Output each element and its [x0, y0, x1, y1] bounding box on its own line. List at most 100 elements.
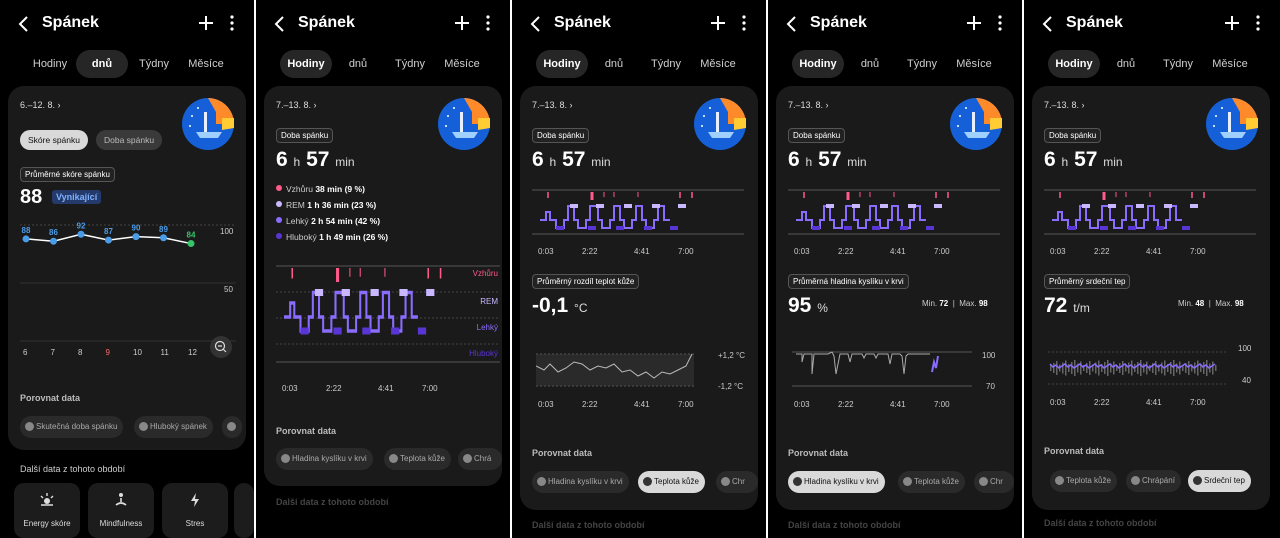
legend-value: 2 h 54 min (42 %) — [311, 216, 381, 226]
plus-icon[interactable] — [708, 13, 728, 33]
chip-deep-sleep[interactable]: Hluboký spánek — [134, 416, 213, 438]
date-range[interactable]: 7.–13. 8. › — [788, 100, 829, 110]
score-point[interactable] — [160, 234, 167, 242]
chip-heart-rate[interactable]: Srdeční tep — [1188, 470, 1251, 492]
date-range[interactable]: 7.–13. 8. › — [532, 100, 573, 110]
metric-label: Průměrný rozdíl teplot kůže — [532, 274, 640, 289]
tab-weeks[interactable]: Týdny — [896, 50, 948, 78]
tab-weeks[interactable]: Týdny — [1152, 50, 1204, 78]
back-arrow-icon[interactable] — [270, 14, 290, 34]
hypnogram — [284, 268, 441, 335]
tab-hours[interactable]: Hodiny — [24, 50, 76, 78]
tab-hours[interactable]: Hodiny — [1048, 50, 1100, 78]
tab-months[interactable]: Měsíce — [1204, 50, 1256, 78]
chip-snoring[interactable]: Chrá — [458, 448, 502, 470]
plus-icon[interactable] — [196, 13, 216, 33]
tile-energy-score[interactable]: Energy skóre — [14, 483, 80, 538]
chip-snoring[interactable]: Chr — [716, 471, 758, 493]
chip-skin-temperature[interactable]: Teplota kůže — [638, 471, 705, 493]
plus-icon[interactable] — [452, 13, 472, 33]
back-arrow-icon[interactable] — [526, 14, 546, 34]
tab-months[interactable]: Měsíce — [948, 50, 1000, 78]
more-data-heading: Další data z tohoto období — [788, 520, 901, 530]
duration-hours: 6 — [532, 148, 544, 171]
hr-bar — [1188, 361, 1190, 375]
score-point[interactable] — [50, 237, 57, 245]
time-label: 2:22 — [1094, 247, 1110, 256]
hr-bar — [1161, 362, 1163, 374]
chip-skin-temperature[interactable]: Teplota kůže — [1050, 470, 1117, 492]
tab-days[interactable]: dnů — [332, 50, 384, 78]
score-point[interactable] — [22, 235, 30, 243]
lightning-icon — [191, 493, 199, 507]
score-point[interactable] — [77, 230, 85, 238]
chip-snoring[interactable]: Chrápání — [1126, 470, 1181, 492]
min-label: Min. — [1178, 299, 1194, 308]
more-vertical-icon[interactable] — [1250, 13, 1266, 33]
chip-snoring[interactable]: Chr — [974, 471, 1014, 493]
sleep-duration: 6 h 57 min — [1044, 148, 1123, 172]
plus-icon[interactable] — [964, 13, 984, 33]
tile-mindfulness[interactable]: Mindfulness — [88, 483, 154, 538]
tab-months[interactable]: Měsíce — [180, 50, 232, 78]
legend-name: REM — [286, 200, 305, 210]
duration-minutes: 57 — [562, 148, 586, 171]
tab-days[interactable]: dnů — [1100, 50, 1152, 78]
more-vertical-icon[interactable] — [992, 13, 1008, 33]
more-vertical-icon[interactable] — [736, 13, 752, 33]
tab-hours[interactable]: Hodiny — [280, 50, 332, 78]
plus-icon[interactable] — [1222, 13, 1242, 33]
tab-hours[interactable]: Hodiny — [792, 50, 844, 78]
chip-actual-sleep[interactable]: Skutečná doba spánku — [20, 416, 124, 438]
date-range[interactable]: 6.–12. 8. › — [20, 100, 61, 110]
tab-months[interactable]: Měsíce — [436, 50, 488, 78]
duration-minutes: 57 — [306, 148, 330, 171]
score-point[interactable] — [132, 233, 140, 241]
tab-days[interactable]: dnů — [588, 50, 640, 78]
tab-days[interactable]: dnů — [76, 50, 128, 78]
chip-blood-oxygen[interactable]: Hladina kyslíku v krvi — [788, 471, 885, 493]
chip-more[interactable] — [222, 416, 242, 438]
y-label-100: 100 — [220, 227, 234, 236]
tab-days[interactable]: dnů — [844, 50, 896, 78]
tile-stress[interactable]: Stres — [162, 483, 228, 538]
score-point[interactable] — [105, 236, 112, 244]
chip-skin-temperature[interactable]: Teplota kůže — [898, 471, 965, 493]
score-point[interactable] — [187, 240, 195, 248]
tab-months[interactable]: Měsíce — [692, 50, 744, 78]
time-label: 2:22 — [582, 400, 598, 409]
min-value: 72 — [939, 299, 949, 308]
compare-data-heading: Porovnat data — [1044, 446, 1105, 456]
chip-blood-oxygen[interactable]: Hladina kyslíku v krvi — [532, 471, 629, 493]
hr-bar — [1215, 365, 1217, 371]
tab-hours[interactable]: Hodiny — [536, 50, 588, 78]
hr-bar — [1098, 360, 1100, 376]
back-arrow-icon[interactable] — [782, 14, 802, 34]
hypnogram-mini — [532, 189, 744, 235]
tab-weeks[interactable]: Týdny — [640, 50, 692, 78]
metric-label: Doba spánku — [788, 128, 846, 143]
chip-blood-oxygen[interactable]: Hladina kyslíku v krvi — [276, 448, 373, 470]
back-arrow-icon[interactable] — [14, 14, 34, 34]
tab-weeks[interactable]: Týdny — [384, 50, 436, 78]
toggle-sleep-duration[interactable]: Doba spánku — [96, 130, 163, 150]
page-title: Spánek — [1066, 14, 1123, 31]
chip-skin-temperature[interactable]: Teplota kůže — [384, 448, 451, 470]
sleep-card: 7.–13. 8. › Doba spánku 6 h 57 min 0:03 … — [1032, 86, 1270, 510]
hours-unit: h — [549, 155, 557, 169]
date-range[interactable]: 7.–13. 8. › — [1044, 100, 1085, 110]
zoom-out-button[interactable] — [210, 336, 232, 358]
max-label: Max. — [1215, 299, 1233, 308]
tab-weeks[interactable]: Týdny — [128, 50, 180, 78]
date-range[interactable]: 7.–13. 8. › — [276, 100, 317, 110]
max-label: Max. — [959, 299, 977, 308]
metric-value: -0,1 °C — [532, 294, 588, 318]
more-vertical-icon[interactable] — [224, 13, 240, 33]
toggle-sleep-score[interactable]: Skóre spánku — [20, 130, 88, 150]
hr-bar — [1131, 360, 1133, 376]
minutes-unit: min — [335, 155, 355, 169]
more-vertical-icon[interactable] — [480, 13, 496, 33]
tile-more[interactable] — [234, 483, 254, 538]
back-arrow-icon[interactable] — [1038, 14, 1058, 34]
more-data-heading: Další data z tohoto období — [1044, 518, 1157, 528]
